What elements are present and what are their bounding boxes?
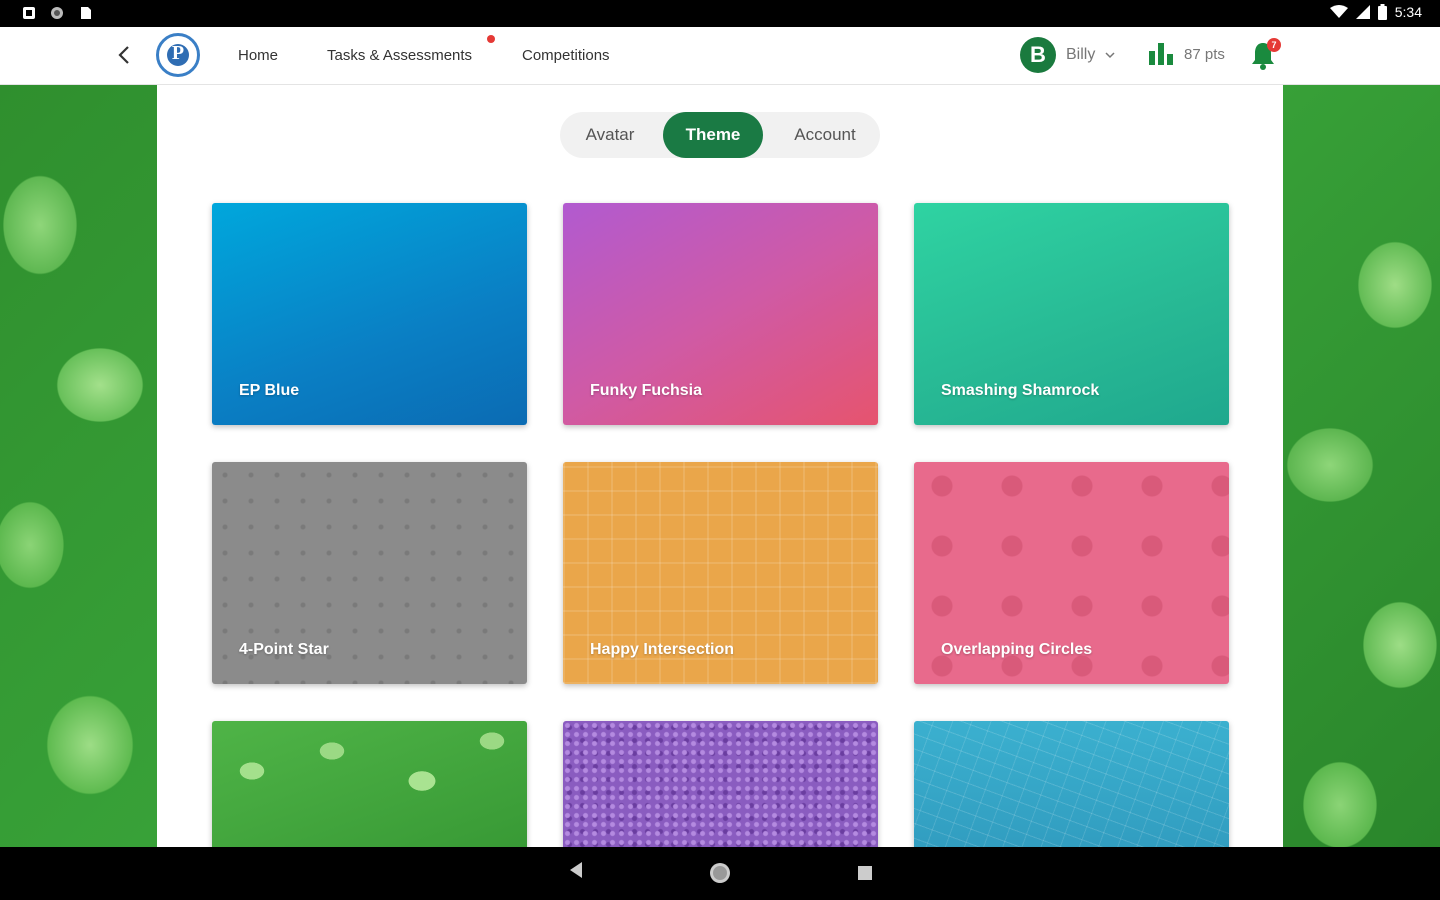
nav-back-icon[interactable] [568, 861, 584, 879]
app-logo[interactable]: P [156, 33, 200, 77]
logo-letter: P [171, 42, 185, 64]
settings-panel: Avatar Theme Account EP Blue Funky Fuchs… [157, 85, 1283, 847]
tab-avatar[interactable]: Avatar [560, 112, 660, 158]
theme-card-label: Funky Fuchsia [590, 382, 703, 399]
theme-card-smashing-shamrock[interactable]: Smashing Shamrock [914, 203, 1229, 425]
wifi-icon [1329, 5, 1348, 18]
tab-account[interactable]: Account [772, 112, 878, 158]
nav-competitions[interactable]: Competitions [522, 47, 610, 64]
tab-theme[interactable]: Theme [663, 112, 763, 158]
theme-card-water[interactable] [914, 721, 1229, 847]
nav-recents-icon[interactable] [857, 865, 873, 881]
status-bar: 5:34 [0, 0, 1440, 27]
theme-card-label: EP Blue [239, 382, 300, 399]
top-nav: P Home Tasks & Assessments Competitions … [0, 27, 1440, 85]
theme-card-label: Overlapping Circles [941, 641, 1093, 658]
nav-home[interactable]: Home [238, 47, 278, 64]
back-arrow-icon[interactable] [112, 41, 138, 69]
settings-tabs: Avatar Theme Account [560, 112, 880, 158]
system-nav-bar [0, 847, 1440, 900]
theme-card-happy-intersection[interactable]: Happy Intersection [563, 462, 878, 684]
user-avatar: B [1020, 37, 1056, 73]
user-name: Billy [1066, 46, 1096, 63]
theme-card-funky-fuchsia[interactable]: Funky Fuchsia [563, 203, 878, 425]
theme-card-ep-blue[interactable]: EP Blue [212, 203, 527, 425]
bar-chart-icon [1149, 43, 1173, 65]
notification-badge: 7 [1267, 38, 1281, 52]
theme-card-label: 4-Point Star [239, 641, 329, 658]
notification-icon [23, 7, 35, 19]
theme-card-4-point-star[interactable]: 4-Point Star [212, 462, 527, 684]
theme-card-overlapping-circles[interactable]: Overlapping Circles [914, 462, 1229, 684]
chevron-down-icon [1105, 52, 1115, 59]
theme-card-purple-flowers[interactable] [563, 721, 878, 847]
record-icon [51, 7, 63, 19]
points-display[interactable]: 87 pts [1148, 41, 1225, 67]
nav-home-icon[interactable] [708, 861, 732, 885]
points-value: 87 pts [1184, 45, 1225, 63]
battery-icon [1377, 4, 1387, 20]
status-time: 5:34 [1394, 4, 1422, 20]
tasks-notification-dot [487, 35, 495, 43]
nav-tasks-assessments[interactable]: Tasks & Assessments [327, 47, 472, 64]
sd-card-icon [81, 7, 91, 19]
theme-card-label: Smashing Shamrock [941, 382, 1100, 399]
signal-icon [1355, 5, 1370, 19]
user-menu[interactable]: B Billy [1020, 37, 1115, 73]
theme-card-label: Happy Intersection [590, 641, 735, 658]
theme-card-leaves[interactable] [212, 721, 527, 847]
